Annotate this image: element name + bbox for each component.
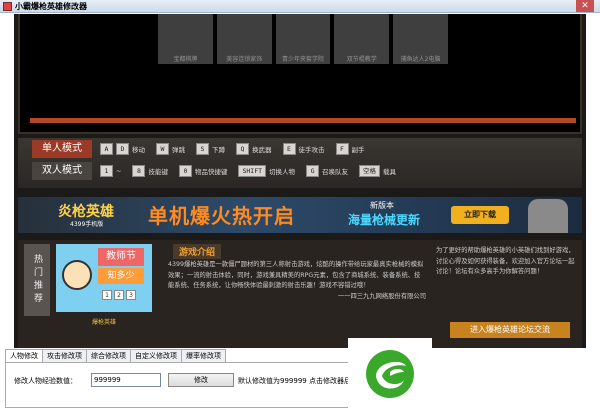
banner-game-sub: 4399手机版 [70,221,104,228]
game-screen[interactable]: 宝都棋牌 美容连锁家饰 青少年夹套学院 双节棍教学 捕鱼达人2电脑 [18,14,582,134]
key-description: 移动 [132,146,145,154]
thumbnail-2[interactable]: 青少年夹套学院 [275,14,331,64]
key-cap: S [196,143,209,155]
single-mode-keys: A D 移动 W 弹跳 S 下蹲 Q 换武器 E 徒手攻击 F 副手 [100,140,373,158]
key-description: 物品快捷键 [194,168,228,176]
close-button[interactable]: ✕ [576,0,594,12]
modifier-tabs: 人物修改 攻击修改项 综合修改项 自定义修改项 爆率修改项 [5,349,226,363]
key-description: ~ [116,167,122,175]
tab-general[interactable]: 综合修改项 [86,349,131,362]
double-mode-keys: 1 ~8 技能键 0 物品快捷键 SHIFT 切换人物 G 召唤队友 空格 载具 [100,162,404,180]
banner-character-image [528,199,568,233]
key-cap: 0 [178,165,192,177]
hot-recommend-label: 热门推荐 [24,244,50,316]
teacher-badge-2: 知多少 [98,268,144,284]
thumbnail-label: 美容连锁家饰 [226,56,263,63]
key-cap: 1 [100,165,113,177]
intro-footer: 一一四三九九网络股份有限公司 [337,292,426,300]
thumbnail-label: 捕鱼达人2电脑 [400,56,441,63]
key-description: 召唤队友 [322,168,349,176]
thumbnail-4[interactable]: 捕鱼达人2电脑 [393,14,448,64]
modify-button[interactable]: 修改 [168,373,234,387]
single-mode-label: 单人模式 [32,140,92,158]
key-cap: A [100,143,113,155]
teacher-avatar [62,260,92,290]
tab-custom[interactable]: 自定义修改项 [130,349,182,362]
download-button[interactable]: 立即下载 [451,206,509,224]
banner-game-name: 炎枪英雄 [58,204,114,220]
tab-panel: 修改人物经验数值： 修改 默认修改值为999999 点击修改器后成功 [5,362,365,408]
key-cap: 8 [132,165,146,177]
banner-new-version: 新版本 [370,201,394,210]
title-bar: 小霸爆枪英雄修改器 ✕ [0,0,600,13]
tab-drop-rate[interactable]: 爆率修改项 [181,349,226,362]
thumbnail-label: 青少年夹套学院 [281,56,324,63]
forum-text: 为了更好的帮助爆枪英雄的小英雄们找到好游戏，讨论心得及如何获得装备，欢迎加入官方… [436,247,575,275]
page-3[interactable]: 3 [126,290,136,300]
banner-headline: 单机爆火热开启 [148,204,295,228]
key-cap: 空格 [359,165,381,177]
teacher-day-promo[interactable]: 教师节 知多少 1 2 3 爆枪英雄 [56,244,152,326]
key-cap: E [282,143,296,155]
key-cap: F [335,143,349,155]
key-cap: D [116,143,129,155]
key-cap: W [156,143,169,155]
thumbnail-label: 双节棍教学 [346,56,377,63]
key-description: 切换人物 [269,168,296,176]
tab-attack[interactable]: 攻击修改项 [42,349,87,362]
exp-label: 修改人物经验数值： [14,377,77,385]
key-description: 徒手攻击 [298,146,325,154]
key-description: 载具 [383,168,397,176]
thumbnail-3[interactable]: 双节棍教学 [334,14,390,64]
controls-panel: 单人模式 A D 移动 W 弹跳 S 下蹲 Q 换武器 E 徒手攻击 F 副手 双人模式 1 ~8 技能键 0… [18,138,582,188]
exp-input[interactable] [91,373,161,387]
thumbnail-1[interactable]: 美容连锁家饰 [216,14,272,64]
brand-logo [348,338,432,410]
teacher-pager: 1 2 3 [102,290,136,300]
key-description: 技能键 [148,168,168,176]
key-cap: SHIFT [238,165,267,177]
thumbnail-label: 宝都棋牌 [173,56,198,63]
key-description: 副手 [351,146,365,154]
forum-button[interactable]: 进入爆枪英雄论坛交流 [450,322,570,338]
promo-banner[interactable]: 炎枪英雄 4399手机版 单机爆火热开启 新版本 海量枪械更新 立即下载 [18,197,582,233]
key-cap: Q [236,143,249,155]
thumbnail-strip: 宝都棋牌 美容连锁家饰 青少年夹套学院 双节棍教学 捕鱼达人2电脑 [158,14,448,64]
intro-text: 4399爆枪英雄是一款僵尸题材的第三人称射击游戏，炫酷的操作带给玩家最真实枪械的… [168,260,426,302]
thumbnail-0[interactable]: 宝都棋牌 [158,14,213,64]
game-area[interactable]: 宝都棋牌 美容连锁家饰 青少年夹套学院 双节棍教学 捕鱼达人2电脑 单人模式 A D 移动 W… [14,14,586,348]
leaf-logo-icon [366,350,414,398]
page-1[interactable]: 1 [102,290,112,300]
key-description: 换武器 [252,146,272,154]
key-description: 下蹲 [212,146,225,154]
tab-character[interactable]: 人物修改 [5,349,43,363]
default-hint: 默认修改值为999999 点击修改器后成功 [238,377,365,385]
intro-title: 游戏介绍 [173,244,222,259]
page-2[interactable]: 2 [114,290,124,300]
double-mode-label: 双人模式 [32,162,92,180]
app-icon [3,2,12,11]
teacher-badge-1: 教师节 [98,248,144,266]
key-description: 弹跳 [172,146,185,154]
banner-update-text: 海量枪械更新 [348,213,421,227]
teacher-caption: 爆枪英雄 [91,319,116,326]
key-cap: G [306,165,320,177]
info-panel: 热门推荐 教师节 知多少 1 2 3 爆枪英雄 游戏介绍 4399爆枪英雄是一款… [18,240,582,348]
window-title: 小霸爆枪英雄修改器 [15,2,87,11]
loading-bar [30,118,576,123]
intro-body: 4399爆枪英雄是一款僵尸题材的第三人称射击游戏，炫酷的操作带给玩家最真实枪械的… [168,261,424,289]
